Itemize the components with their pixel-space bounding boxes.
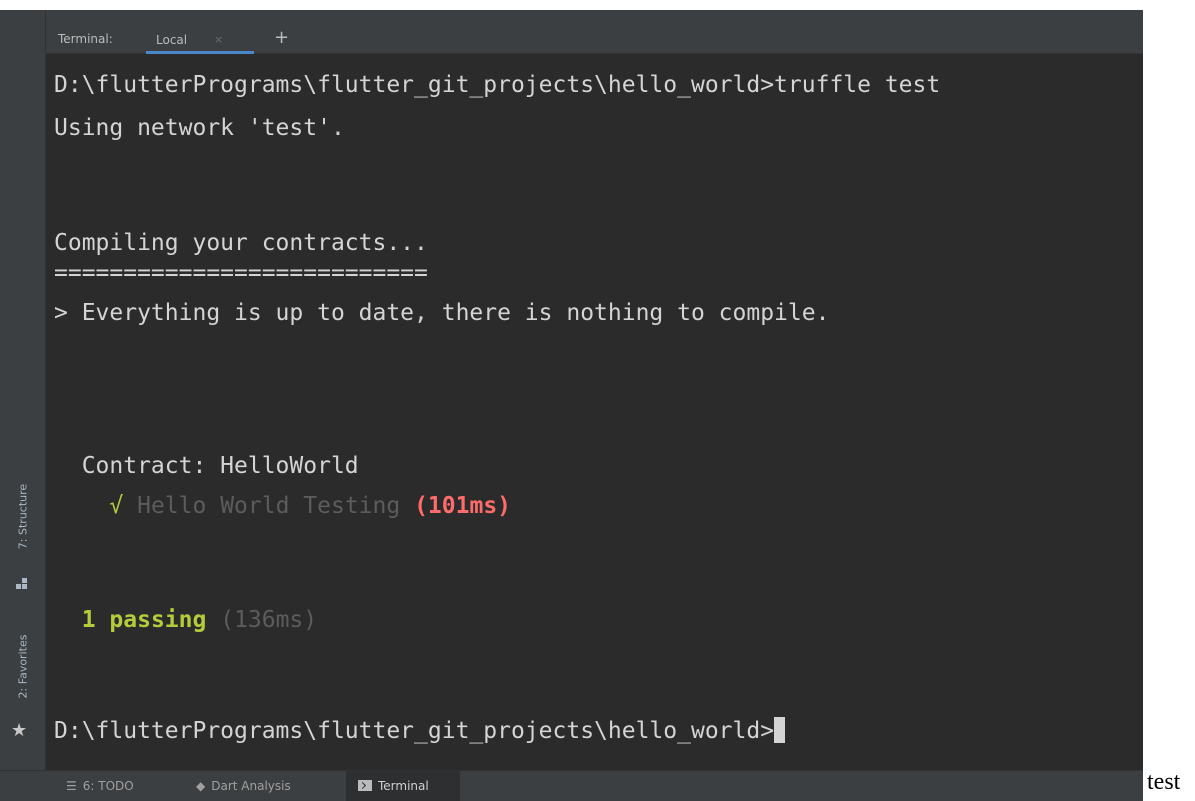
check-icon: √ (109, 493, 124, 519)
prompt-line: D:\flutterPrograms\flutter_git_projects\… (54, 716, 786, 746)
bottom-tab-label: Terminal (378, 779, 429, 793)
top-edge (0, 0, 1143, 10)
bottom-tab-label: Dart Analysis (211, 779, 291, 793)
terminal-output[interactable]: D:\flutterPrograms\flutter_git_projects\… (54, 58, 1134, 768)
active-tab-underline (146, 51, 254, 54)
bottom-tab-todo[interactable]: ☰ 6: TODO (66, 771, 134, 801)
terminal-line: Contract: HelloWorld (54, 453, 359, 479)
tab-local-label: Local (156, 33, 188, 47)
side-tab-favorites[interactable]: 2: Favorites (17, 635, 30, 699)
structure-icon (16, 578, 28, 590)
prompt: D:\flutterPrograms\flutter_git_projects\… (54, 718, 775, 744)
new-tab-button[interactable]: + (274, 26, 289, 50)
terminal-line: Using network 'test'. (54, 115, 345, 141)
terminal-line: D:\flutterPrograms\flutter_git_projects\… (54, 72, 941, 98)
test-result-line: √ Hello World Testing (101ms) (54, 491, 511, 521)
star-icon: ★ (11, 720, 28, 741)
tab-local[interactable]: Local × (146, 24, 254, 54)
ide-window: 7: Structure 2: Favorites ★ Terminal: Lo… (0, 0, 1143, 801)
terminal-line: =========================== (54, 260, 428, 286)
summary-duration: (136ms) (220, 607, 318, 633)
list-icon: ☰ (66, 779, 77, 793)
test-duration: (101ms) (414, 493, 512, 519)
summary-line: 1 passing (136ms) (54, 605, 317, 635)
bottom-tab-terminal[interactable]: Terminal (346, 771, 460, 801)
dart-icon: ◆ (196, 779, 206, 793)
terminal-icon (358, 780, 372, 791)
passing-count: 1 passing (81, 607, 207, 633)
caption-text: test (1147, 769, 1181, 795)
terminal-tab-header: Terminal: Local × + (46, 10, 1143, 54)
terminal-line: Compiling your contracts... (54, 230, 428, 256)
text-cursor (774, 717, 786, 743)
test-name: Hello World Testing (137, 493, 401, 519)
side-tab-structure[interactable]: 7: Structure (17, 484, 30, 549)
bottom-tab-label: 6: TODO (82, 779, 134, 793)
bottom-tab-dart-analysis[interactable]: ◆ Dart Analysis (196, 771, 291, 801)
bottom-tool-bar: ☰ 6: TODO ◆ Dart Analysis Terminal (0, 770, 1143, 801)
terminal-line: > Everything is up to date, there is not… (54, 300, 830, 326)
terminal-title: Terminal: (58, 32, 113, 46)
